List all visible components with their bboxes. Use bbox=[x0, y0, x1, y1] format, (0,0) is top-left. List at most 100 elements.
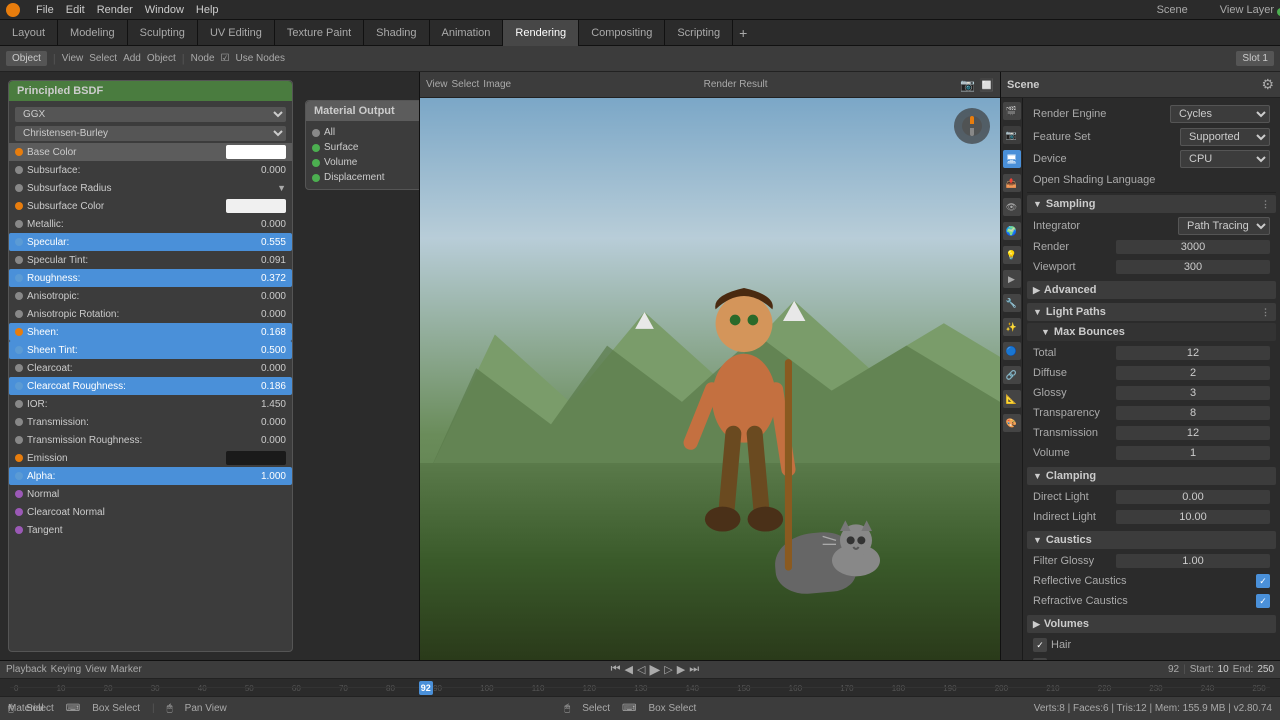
specular-value[interactable]: 0.555 bbox=[246, 237, 286, 248]
volume-bounces-input[interactable] bbox=[1116, 446, 1270, 460]
filter-glossy-input[interactable] bbox=[1116, 554, 1270, 568]
slot-button[interactable]: Slot 1 bbox=[1236, 51, 1274, 66]
tab-layout[interactable]: Layout bbox=[0, 20, 58, 46]
indirect-light-input[interactable] bbox=[1116, 510, 1270, 524]
sampling-header[interactable]: ▼ Sampling ⋮ bbox=[1027, 195, 1276, 213]
sheen-value[interactable]: 0.168 bbox=[246, 327, 286, 338]
subsurface-color-swatch[interactable] bbox=[226, 199, 286, 213]
add-menu[interactable]: Add bbox=[123, 53, 141, 64]
integrator-select[interactable]: Path Tracing bbox=[1178, 217, 1270, 235]
light-paths-header[interactable]: ▼ Light Paths ⋮ bbox=[1027, 303, 1276, 321]
playback-menu[interactable]: Playback bbox=[6, 664, 47, 675]
direct-light-input[interactable] bbox=[1116, 490, 1270, 504]
data-props-icon[interactable]: 📐 bbox=[1003, 390, 1021, 408]
tab-sculpting[interactable]: Sculpting bbox=[128, 20, 198, 46]
use-nodes-checkbox[interactable]: ☑ bbox=[221, 53, 230, 64]
transmission-value[interactable]: 0.000 bbox=[246, 417, 286, 428]
menu-render[interactable]: Render bbox=[97, 4, 133, 16]
render-engine-select[interactable]: Cycles bbox=[1170, 105, 1270, 123]
menu-window[interactable]: Window bbox=[145, 4, 184, 16]
tab-scripting[interactable]: Scripting bbox=[665, 20, 733, 46]
jump-start-button[interactable]: ⏮ bbox=[611, 663, 621, 676]
volumes-header[interactable]: ▶ Volumes bbox=[1027, 615, 1276, 633]
diffuse-bounces-input[interactable] bbox=[1116, 366, 1270, 380]
tab-rendering[interactable]: Rendering bbox=[503, 20, 579, 46]
tab-uv-editing[interactable]: UV Editing bbox=[198, 20, 275, 46]
menu-file[interactable]: File bbox=[36, 4, 54, 16]
render-samples-input[interactable] bbox=[1116, 240, 1270, 254]
render-select-menu[interactable]: Select bbox=[452, 79, 480, 90]
refractive-caustics-checkbox[interactable]: ✓ bbox=[1256, 594, 1270, 608]
menu-edit[interactable]: Edit bbox=[66, 4, 85, 16]
anisotropic-rotation-value[interactable]: 0.000 bbox=[246, 309, 286, 320]
particles-icon[interactable]: ✨ bbox=[1003, 318, 1021, 336]
clearcoat-value[interactable]: 0.000 bbox=[246, 363, 286, 374]
roughness-value[interactable]: 0.372 bbox=[246, 273, 286, 284]
total-bounces-input[interactable] bbox=[1116, 346, 1270, 360]
view-menu-timeline[interactable]: View bbox=[85, 664, 107, 675]
clearcoat-roughness-value[interactable]: 0.186 bbox=[246, 381, 286, 392]
view-menu[interactable]: View bbox=[62, 53, 84, 64]
end-frame-value[interactable]: 250 bbox=[1257, 664, 1274, 675]
tab-shading[interactable]: Shading bbox=[364, 20, 429, 46]
scene-props-icon2[interactable]: 🌍 bbox=[1003, 222, 1021, 240]
render-view-menu[interactable]: View bbox=[426, 79, 448, 90]
timeline-cursor[interactable]: 92 bbox=[419, 681, 433, 695]
transmission-bounces-input[interactable] bbox=[1116, 426, 1270, 440]
world-props-icon[interactable]: 💡 bbox=[1003, 246, 1021, 264]
hair-checkbox[interactable]: ✓ bbox=[1033, 638, 1047, 652]
device-select[interactable]: CPU bbox=[1180, 150, 1270, 168]
next-keyframe-button[interactable]: ▷ bbox=[664, 663, 672, 676]
object-menu[interactable]: Object bbox=[147, 53, 176, 64]
alpha-value[interactable]: 1.000 bbox=[246, 471, 286, 482]
clamping-header[interactable]: ▼ Clamping bbox=[1027, 467, 1276, 485]
render-view-icon1[interactable]: 📷 bbox=[960, 78, 975, 92]
light-paths-settings-icon[interactable]: ⋮ bbox=[1261, 307, 1270, 318]
next-frame-button[interactable]: ▶ bbox=[677, 663, 685, 676]
sheen-tint-value[interactable]: 0.500 bbox=[246, 345, 286, 356]
marker-menu[interactable]: Marker bbox=[111, 664, 142, 675]
caustics-header[interactable]: ▼ Caustics bbox=[1027, 531, 1276, 549]
tab-modeling[interactable]: Modeling bbox=[58, 20, 128, 46]
render-view-icon2[interactable]: 🔲 bbox=[979, 78, 994, 92]
select-menu[interactable]: Select bbox=[89, 53, 117, 64]
play-button[interactable]: ▶ bbox=[649, 661, 660, 678]
material-props-icon[interactable]: 🎨 bbox=[1003, 414, 1021, 432]
constraints-icon[interactable]: 🔗 bbox=[1003, 366, 1021, 384]
metallic-value[interactable]: 0.000 bbox=[246, 219, 286, 230]
physics-icon[interactable]: 🔵 bbox=[1003, 342, 1021, 360]
node-menu[interactable]: Node bbox=[191, 53, 215, 64]
view-layer-icon[interactable]: 👁 bbox=[1003, 198, 1021, 216]
sampling-settings-icon[interactable]: ⋮ bbox=[1261, 199, 1270, 210]
advanced-header[interactable]: ▶ Advanced bbox=[1027, 281, 1276, 299]
render-settings-icon[interactable]: 🖥 bbox=[1003, 150, 1021, 168]
ggx-select[interactable]: GGX bbox=[15, 107, 286, 122]
right-panel-settings-icon[interactable]: ⚙ bbox=[1261, 76, 1274, 93]
ior-value[interactable]: 1.450 bbox=[246, 399, 286, 410]
anisotropic-value[interactable]: 0.000 bbox=[246, 291, 286, 302]
viewport-samples-input[interactable] bbox=[1116, 260, 1270, 274]
tab-texture-paint[interactable]: Texture Paint bbox=[275, 20, 364, 46]
subsurface-radius-arrow[interactable]: ▼ bbox=[277, 183, 286, 193]
reflective-caustics-checkbox[interactable]: ✓ bbox=[1256, 574, 1270, 588]
jump-end-button[interactable]: ⏭ bbox=[689, 663, 699, 676]
menu-help[interactable]: Help bbox=[196, 4, 219, 16]
subsurface-value[interactable]: 0.000 bbox=[246, 165, 286, 176]
christensen-select[interactable]: Christensen-Burley bbox=[15, 126, 286, 141]
object-props-icon[interactable]: ▶ bbox=[1003, 270, 1021, 288]
scene-props-icon[interactable]: 🎬 bbox=[1003, 102, 1021, 120]
start-frame-value[interactable]: 10 bbox=[1218, 664, 1229, 675]
render-image-menu[interactable]: Image bbox=[483, 79, 511, 90]
object-mode-button[interactable]: Object bbox=[6, 51, 47, 66]
glossy-bounces-input[interactable] bbox=[1116, 386, 1270, 400]
output-props-icon[interactable]: 📤 bbox=[1003, 174, 1021, 192]
tab-animation[interactable]: Animation bbox=[430, 20, 504, 46]
render-props-icon[interactable]: 📷 bbox=[1003, 126, 1021, 144]
simplify-checkbox[interactable] bbox=[1033, 658, 1047, 660]
base-color-swatch[interactable] bbox=[226, 145, 286, 159]
transmission-roughness-value[interactable]: 0.000 bbox=[246, 435, 286, 446]
feature-set-select[interactable]: Supported bbox=[1180, 128, 1270, 146]
specular-tint-value[interactable]: 0.091 bbox=[246, 255, 286, 266]
modifier-props-icon[interactable]: 🔧 bbox=[1003, 294, 1021, 312]
tab-compositing[interactable]: Compositing bbox=[579, 20, 665, 46]
